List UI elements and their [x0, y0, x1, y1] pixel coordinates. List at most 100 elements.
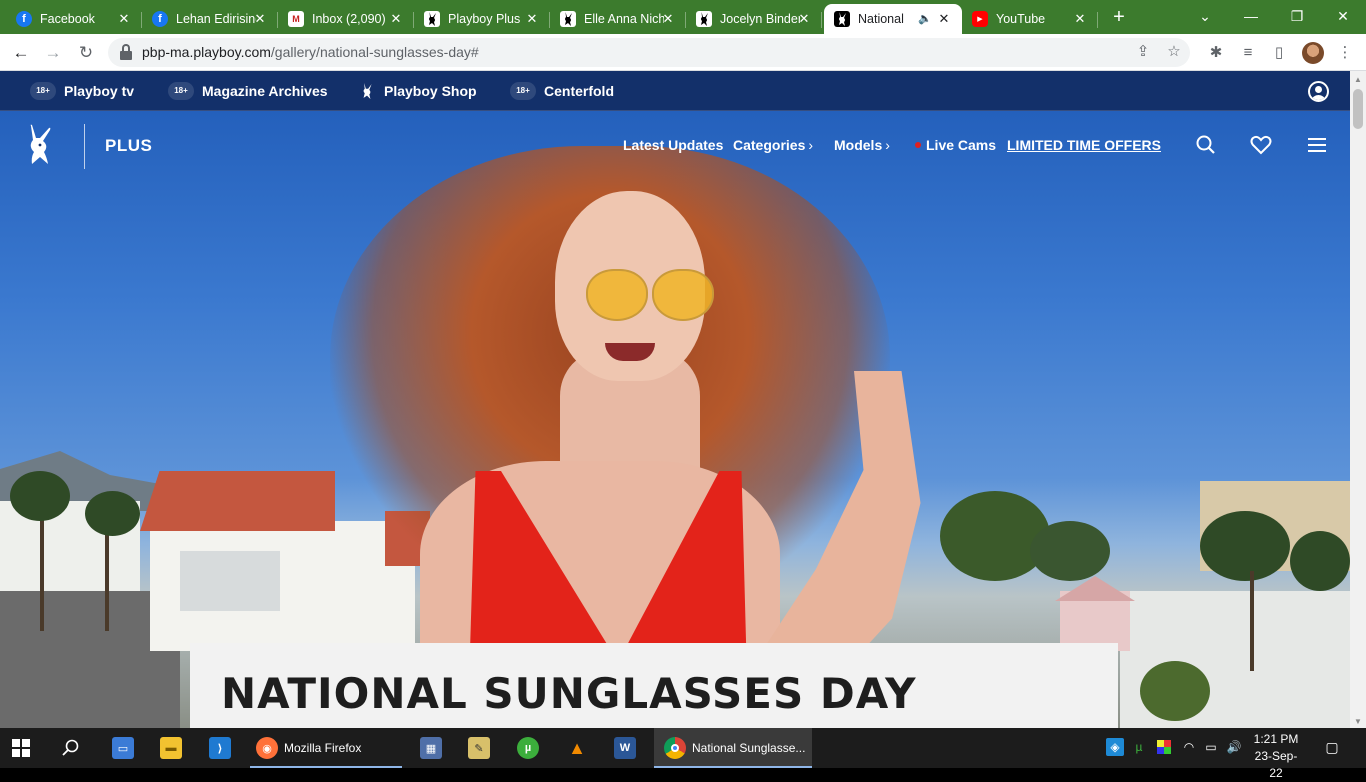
- tab-title: Jocelyn Binder: [720, 12, 800, 26]
- taskbar-calculator[interactable]: ▦: [420, 728, 442, 768]
- topbar-playboy-tv[interactable]: 18+ Playboy tv: [30, 71, 134, 111]
- playboy-bunny-icon: [834, 11, 850, 27]
- nav-limited-offers[interactable]: LIMITED TIME OFFERS: [1007, 137, 1161, 153]
- bookmark-star-icon[interactable]: ☆: [1164, 42, 1184, 62]
- close-icon[interactable]: ✕: [116, 11, 132, 27]
- tab-national-sunglasses[interactable]: National Sunglasses Day 🔈 ✕: [824, 4, 962, 34]
- nav-latest-updates[interactable]: Latest Updates: [623, 137, 723, 153]
- age-badge: 18+: [168, 82, 194, 100]
- media-control-icon[interactable]: ≡: [1237, 42, 1259, 64]
- new-tab-button[interactable]: +: [1108, 6, 1130, 28]
- maximize-button[interactable]: ❐: [1274, 0, 1320, 32]
- tab-inbox[interactable]: M Inbox (2,090) ✕: [278, 4, 414, 34]
- extensions-puzzle-icon[interactable]: ✱: [1205, 42, 1227, 64]
- tray-app-icon[interactable]: ◈: [1106, 738, 1124, 756]
- logo-divider: [84, 124, 85, 169]
- scroll-up-icon[interactable]: ▲: [1354, 75, 1362, 84]
- calculator-icon: ▦: [420, 737, 442, 759]
- speaker-icon[interactable]: 🔈: [918, 12, 932, 25]
- share-icon[interactable]: ⇪: [1133, 42, 1153, 62]
- tab-youtube[interactable]: ▶ YouTube ✕: [962, 4, 1098, 34]
- tab-facebook[interactable]: f Facebook ✕: [6, 4, 142, 34]
- close-icon[interactable]: ✕: [1072, 11, 1088, 27]
- nav-live-cams[interactable]: Live Cams: [915, 137, 996, 153]
- nav-categories[interactable]: Categories ›: [733, 137, 813, 153]
- taskbar-search-button[interactable]: [62, 728, 84, 768]
- back-button[interactable]: ←: [8, 40, 34, 66]
- volume-icon[interactable]: 🔊: [1225, 738, 1243, 756]
- playboy-logo[interactable]: [22, 124, 54, 166]
- tab-title: Facebook: [40, 12, 95, 26]
- paint-icon: ✎: [468, 737, 490, 759]
- address-bar[interactable]: pbp-ma.playboy.com/gallery/national-sung…: [108, 38, 1190, 67]
- scrollbar-thumb[interactable]: [1353, 89, 1363, 129]
- windows-logo-icon: [12, 739, 30, 757]
- tab-playboy-plus[interactable]: Playboy Plus ✕: [414, 4, 550, 34]
- user-account-icon[interactable]: [1308, 81, 1329, 102]
- computer-icon: ▭: [112, 737, 134, 759]
- search-icon[interactable]: [1195, 134, 1217, 156]
- minimize-button[interactable]: —: [1228, 0, 1274, 32]
- profile-avatar[interactable]: [1302, 42, 1324, 64]
- tab-title: YouTube: [996, 12, 1046, 26]
- tab-title: Inbox (2,090): [312, 12, 386, 26]
- forward-button[interactable]: →: [40, 40, 66, 66]
- heart-icon[interactable]: [1250, 134, 1272, 156]
- close-window-button[interactable]: ✕: [1320, 0, 1366, 32]
- youtube-icon: ▶: [972, 11, 988, 27]
- close-icon[interactable]: ✕: [524, 11, 540, 27]
- taskbar-word[interactable]: W: [614, 728, 636, 768]
- nav-models[interactable]: Models ›: [834, 137, 890, 153]
- taskbar-vscode[interactable]: ⟩: [209, 728, 231, 768]
- taskbar-vlc[interactable]: ▲: [566, 728, 588, 768]
- topbar-magazine-archives[interactable]: 18+ Magazine Archives: [168, 71, 328, 111]
- tab-title: National Sunglasses Day: [858, 12, 906, 26]
- brand-plus[interactable]: PLUS: [105, 136, 152, 156]
- close-icon[interactable]: ✕: [388, 11, 404, 27]
- playboy-bunny-icon: [363, 83, 372, 99]
- system-clock[interactable]: 1:21 PM 23-Sep-22: [1250, 731, 1302, 782]
- tab-elle-anna[interactable]: Elle Anna Nichole ✕: [550, 4, 686, 34]
- tab-search-chevron-icon[interactable]: ⌄: [1182, 0, 1228, 32]
- gallery-title-card: NATIONAL SUNGLASSES DAY: [190, 643, 1118, 728]
- battery-icon[interactable]: ▭: [1202, 738, 1220, 756]
- close-icon[interactable]: ✕: [796, 11, 812, 27]
- vscode-icon: ⟩: [209, 737, 231, 759]
- start-button[interactable]: [12, 728, 36, 768]
- taskbar-this-pc[interactable]: ▭: [112, 728, 134, 768]
- main-nav: PLUS Latest Updates Categories › Models › …: [0, 112, 1350, 177]
- topbar-centerfold[interactable]: 18+ Centerfold: [510, 71, 614, 111]
- scroll-down-icon[interactable]: ▼: [1354, 717, 1362, 726]
- url-text[interactable]: pbp-ma.playboy.com/gallery/national-sung…: [142, 44, 479, 60]
- tab-jocelyn[interactable]: Jocelyn Binder ✕: [686, 4, 822, 34]
- notification-icon[interactable]: ▢: [1323, 738, 1341, 756]
- taskbar-paint[interactable]: ✎: [468, 728, 490, 768]
- age-badge: 18+: [510, 82, 536, 100]
- playboy-bunny-icon: [424, 11, 440, 27]
- close-icon[interactable]: ✕: [936, 11, 952, 27]
- tray-utorrent-icon[interactable]: µ: [1130, 738, 1148, 756]
- topbar-playboy-shop[interactable]: Playboy Shop: [360, 71, 477, 111]
- tab-strip: f Facebook ✕ f Lehan Edirisinghe ✕ M Inb…: [0, 0, 1366, 34]
- tray-colorful-icon[interactable]: [1155, 738, 1173, 756]
- taskbar-utorrent[interactable]: µ: [517, 728, 539, 768]
- taskbar-chrome[interactable]: National Sunglasse...: [654, 728, 812, 768]
- chrome-menu-icon[interactable]: ⋮: [1334, 42, 1356, 64]
- taskbar-file-explorer[interactable]: ▬: [160, 728, 182, 768]
- hamburger-menu-icon[interactable]: [1306, 134, 1328, 156]
- playboy-bunny-icon: [560, 11, 576, 27]
- word-icon: W: [614, 737, 636, 759]
- lock-icon[interactable]: [120, 44, 132, 60]
- side-panel-icon[interactable]: ▯: [1268, 42, 1290, 64]
- tab-lehan[interactable]: f Lehan Edirisinghe ✕: [142, 4, 278, 34]
- gmail-icon: M: [288, 11, 304, 27]
- wifi-icon[interactable]: ◠: [1180, 738, 1198, 756]
- close-icon[interactable]: ✕: [252, 11, 268, 27]
- taskbar-firefox[interactable]: ◉ Mozilla Firefox: [250, 728, 402, 768]
- page-scrollbar[interactable]: ▲ ▼: [1350, 71, 1366, 728]
- firefox-icon: ◉: [256, 737, 278, 759]
- reload-button[interactable]: ↻: [73, 40, 99, 66]
- tab-title: Elle Anna Nichole: [584, 12, 664, 26]
- close-icon[interactable]: ✕: [660, 11, 676, 27]
- gallery-title: NATIONAL SUNGLASSES DAY: [221, 669, 917, 718]
